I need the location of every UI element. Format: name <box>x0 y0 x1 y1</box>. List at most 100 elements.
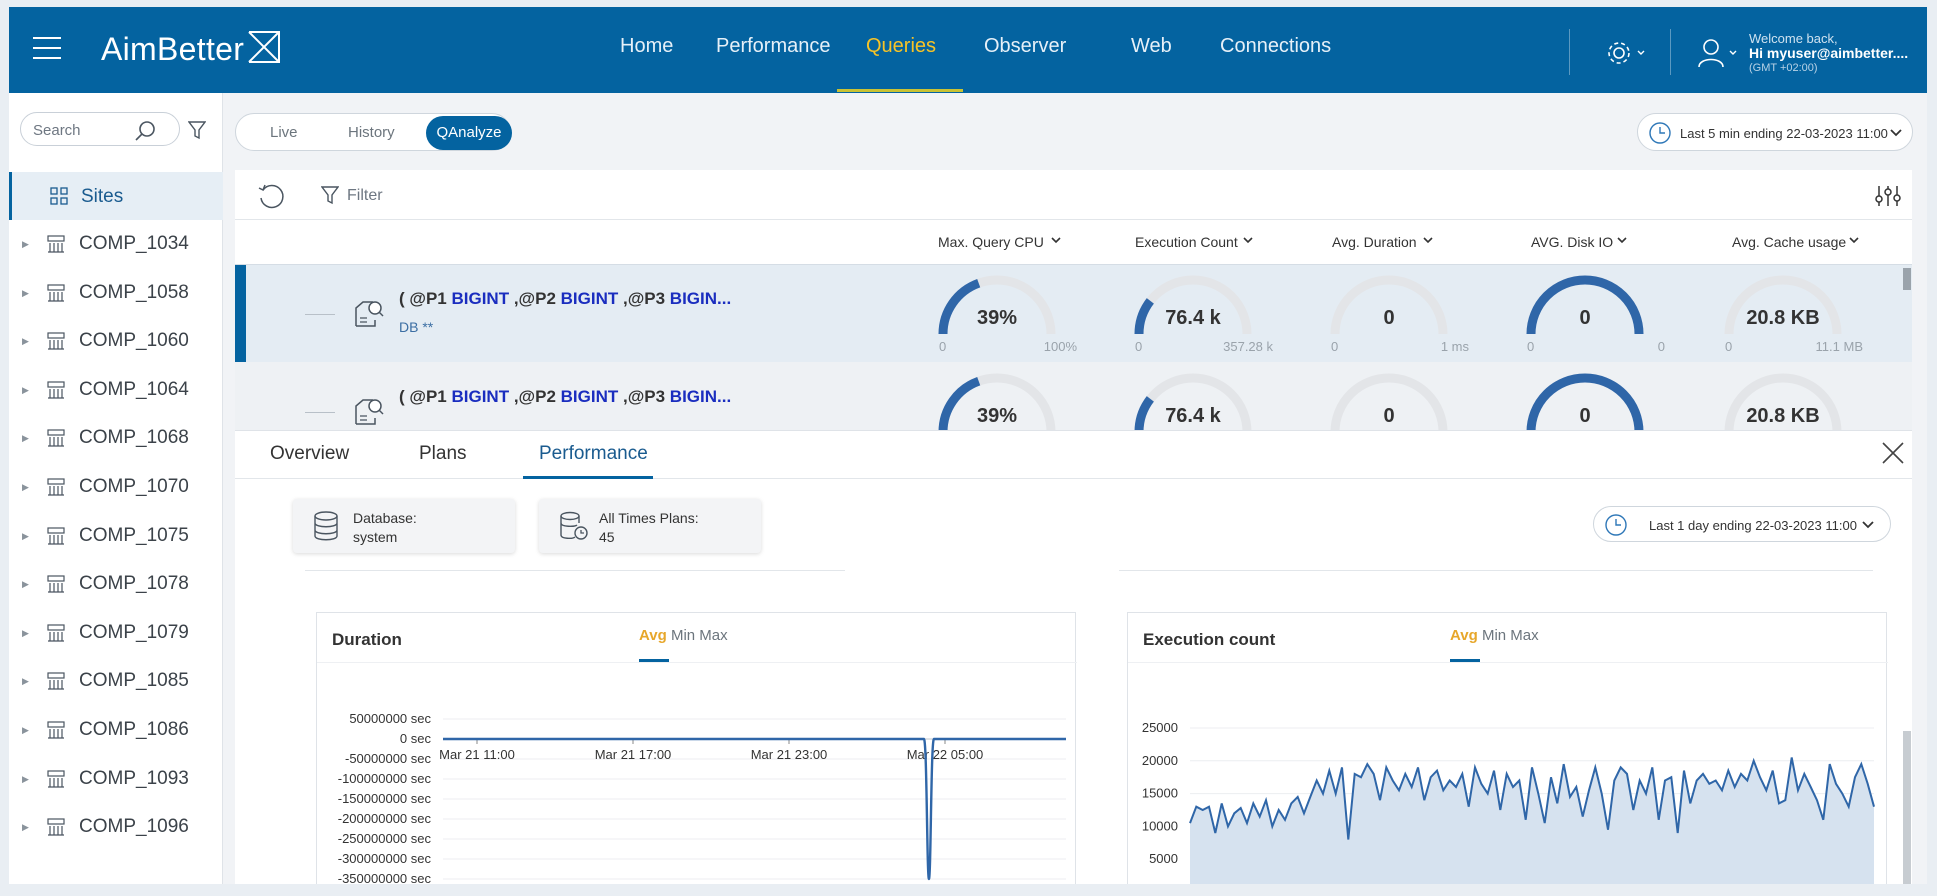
tab-performance[interactable]: Performance <box>539 443 648 465</box>
column-header-duration[interactable]: Avg. Duration <box>1332 234 1417 250</box>
sidebar-item[interactable]: ▶ COMP_1075 <box>9 512 223 560</box>
sidebar-item[interactable]: ▶ COMP_1078 <box>9 560 223 608</box>
sidebar-item-label: COMP_1075 <box>79 524 189 546</box>
sidebar-item[interactable]: ▶ COMP_1070 <box>9 463 223 511</box>
gauge-value: 20.8 KB <box>1746 405 1820 427</box>
sites-sidebar: Search Sites ▶ COMP_1034 ▶ COMP_1058 ▶ COMP_1… <box>9 93 223 884</box>
legend-avg[interactable]: Avg <box>1450 627 1478 644</box>
sidebar-item[interactable]: ▶ COMP_1058 <box>9 269 223 317</box>
tab-overview[interactable]: Overview <box>270 443 349 465</box>
expand-arrow-icon[interactable]: ▶ <box>22 385 29 396</box>
column-header-cpu[interactable]: Max. Query CPU <box>938 234 1044 250</box>
query-text[interactable]: ( @P1 BIGINT ,@P2 BIGINT ,@P3 BIGIN... <box>399 387 731 407</box>
legend-max[interactable]: Max <box>1510 627 1538 644</box>
column-header-cache[interactable]: Avg. Cache usage <box>1732 234 1846 250</box>
tab-qanalyze[interactable]: QAnalyze <box>426 116 512 150</box>
chart-title: Duration <box>332 630 402 649</box>
sidebar-item[interactable]: ▶ COMP_1096 <box>9 803 223 851</box>
legend-max[interactable]: Max <box>699 627 727 644</box>
x-tick-label: Mar 21 23:00 <box>751 747 828 762</box>
sidebar-item[interactable]: ▶ COMP_1068 <box>9 414 223 462</box>
chart-title: Execution count <box>1143 630 1276 649</box>
chevron-down-icon[interactable] <box>1051 237 1061 245</box>
brand-logo: AimBetter <box>101 31 245 67</box>
nav-web[interactable]: Web <box>1131 35 1172 58</box>
expand-arrow-icon[interactable]: ▶ <box>22 774 29 785</box>
gauge-min: 0 <box>939 339 947 354</box>
nav-home[interactable]: Home <box>620 35 673 58</box>
sidebar-item-label: COMP_1070 <box>79 476 189 497</box>
expand-arrow-icon[interactable]: ▶ <box>22 433 29 444</box>
chevron-down-icon[interactable] <box>1617 237 1627 245</box>
sidebar-item[interactable]: ▶ COMP_1064 <box>9 366 223 414</box>
expand-arrow-icon[interactable]: ▶ <box>22 531 29 542</box>
query-text-part: ( @P1 <box>399 387 452 406</box>
server-icon <box>47 721 65 739</box>
tab-history[interactable]: History <box>348 124 395 141</box>
query-text[interactable]: ( @P1 BIGINT ,@P2 BIGINT ,@P3 BIGIN... <box>399 289 731 309</box>
filter-icon[interactable] <box>321 185 339 205</box>
chevron-down-icon <box>1862 521 1874 529</box>
execution-count-plot: 2500020000150001000050000 <box>1142 720 1875 884</box>
expand-arrow-icon[interactable]: ▶ <box>22 725 29 736</box>
gauge-value: 39% <box>976 307 1018 329</box>
divider <box>1119 570 1873 571</box>
expand-arrow-icon[interactable]: ▶ <box>22 676 29 687</box>
sidebar-item[interactable]: ▶ COMP_1086 <box>9 706 223 754</box>
column-header-disk-io[interactable]: AVG. Disk IO <box>1531 234 1613 250</box>
sites-tab[interactable]: Sites <box>9 172 223 220</box>
y-tick-label: 10000 <box>1142 818 1178 833</box>
scrollbar-thumb[interactable] <box>1903 268 1911 290</box>
expand-arrow-icon[interactable]: ▶ <box>22 628 29 639</box>
sidebar-item[interactable]: ▶ COMP_1034 <box>9 220 223 268</box>
user-welcome[interactable]: Welcome back, Hi myuser@aimbetter.... (G… <box>1749 31 1908 76</box>
divider <box>305 570 845 571</box>
gauge-max: 11.1 MB <box>1815 339 1863 354</box>
expand-arrow-icon[interactable]: ▶ <box>22 239 29 250</box>
nav-queries[interactable]: Queries <box>866 35 936 58</box>
server-icon <box>47 672 65 690</box>
user-avatar-icon[interactable] <box>1697 37 1743 69</box>
sidebar-item[interactable]: ▶ COMP_1085 <box>9 657 223 705</box>
sidebar-item[interactable]: ▶ COMP_1093 <box>9 755 223 803</box>
query-list-panel: Filter Max. Query CPU Execution Count Av… <box>235 170 1912 433</box>
chevron-down-icon[interactable] <box>1849 237 1859 245</box>
tab-plans[interactable]: Plans <box>419 443 467 465</box>
nav-connections[interactable]: Connections <box>1220 35 1331 58</box>
refresh-icon[interactable] <box>257 182 285 210</box>
gauge-value: 0 <box>1383 405 1395 427</box>
scrollbar-thumb[interactable] <box>1903 731 1911 884</box>
query-icon <box>355 399 384 425</box>
expand-arrow-icon[interactable]: ▶ <box>22 336 29 347</box>
filter-label[interactable]: Filter <box>347 187 383 205</box>
sidebar-item[interactable]: ▶ COMP_1060 <box>9 317 223 365</box>
hamburger-menu-icon[interactable] <box>33 37 61 61</box>
server-icon <box>47 235 65 253</box>
chevron-down-icon[interactable] <box>1423 237 1433 245</box>
filter-icon[interactable] <box>188 120 206 140</box>
search-icon[interactable] <box>134 119 158 143</box>
expand-arrow-icon[interactable]: ▶ <box>22 482 29 493</box>
query-text-part: ,@P2 <box>509 387 561 406</box>
time-range-selector[interactable]: Last 5 min ending 22-03-2023 11:00 <box>1637 113 1913 151</box>
close-icon[interactable] <box>1881 441 1905 465</box>
legend-min[interactable]: Min <box>671 627 695 644</box>
expand-arrow-icon[interactable]: ▶ <box>22 822 29 833</box>
nav-observer[interactable]: Observer <box>984 35 1066 58</box>
time-range-selector[interactable]: Last 1 day ending 22-03-2023 11:00 <box>1593 506 1891 542</box>
legend-min[interactable]: Min <box>1482 627 1506 644</box>
chevron-down-icon[interactable] <box>1243 237 1253 245</box>
column-header-exec-count[interactable]: Execution Count <box>1135 234 1238 250</box>
nav-performance[interactable]: Performance <box>716 35 831 58</box>
legend-avg[interactable]: Avg <box>639 627 667 644</box>
server-icon <box>47 332 65 350</box>
expand-arrow-icon[interactable]: ▶ <box>22 579 29 590</box>
column-settings-icon[interactable] <box>1875 184 1901 208</box>
time-range-text: Last 1 day ending 22-03-2023 11:00 <box>1649 518 1857 533</box>
expand-arrow-icon[interactable]: ▶ <box>22 288 29 299</box>
sidebar-item[interactable]: ▶ COMP_1079 <box>9 609 223 657</box>
chart-legend: Avg Min Max <box>1450 627 1539 644</box>
sites-label: Sites <box>81 186 124 207</box>
settings-gear-icon[interactable] <box>1605 39 1651 67</box>
tab-live[interactable]: Live <box>270 124 298 141</box>
